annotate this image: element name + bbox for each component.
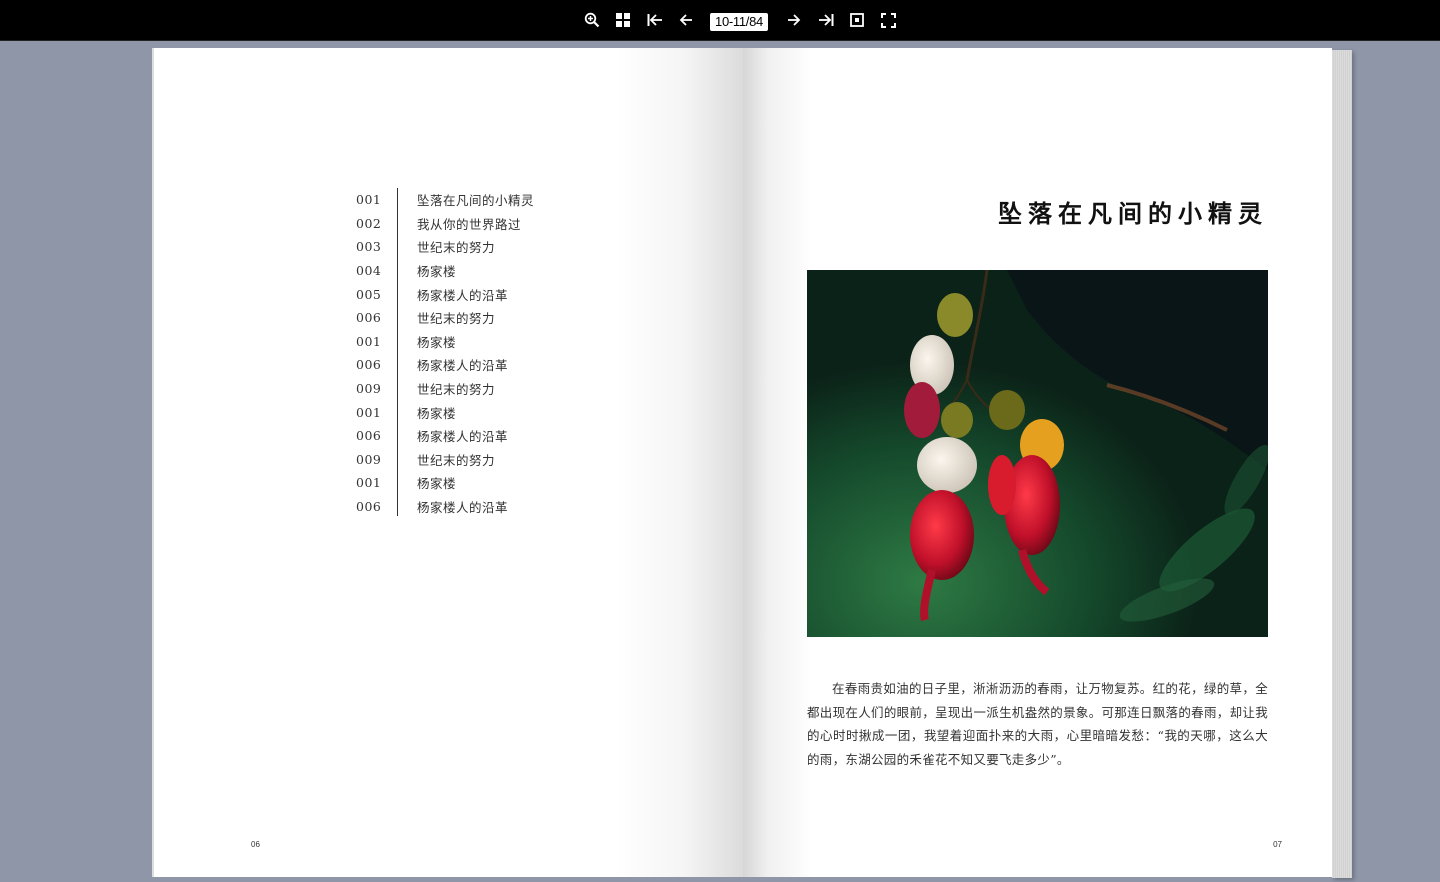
toc-number: 002: [356, 215, 382, 231]
toc-number: 006: [356, 310, 382, 326]
left-page[interactable]: 001 坠落在凡间的小精灵 002 我从你的世界路过 003 世纪末的努力 004 杨家楼 00…: [152, 48, 743, 877]
flower-photo: [807, 270, 1268, 637]
single-page-icon[interactable]: [846, 9, 868, 31]
toc-row[interactable]: 005 杨家楼人的沿革: [356, 282, 534, 306]
toc-number: 004: [356, 263, 382, 279]
toc-row[interactable]: 009 世纪末的努力: [356, 377, 534, 401]
toc-row[interactable]: 001 杨家楼: [356, 400, 534, 424]
toc-title: 世纪末的努力: [417, 382, 496, 398]
toc-row[interactable]: 006 杨家楼人的沿革: [356, 353, 534, 377]
toc-title: 杨家楼人的沿革: [417, 500, 509, 516]
toc-title: 世纪末的努力: [417, 311, 496, 327]
toc-title: 杨家楼: [417, 264, 457, 280]
right-page-number: 07: [1273, 840, 1282, 849]
toc-row[interactable]: 004 杨家楼: [356, 259, 534, 283]
book-spread: 001 坠落在凡间的小精灵 002 我从你的世界路过 003 世纪末的努力 004 杨家楼 00…: [152, 48, 1352, 880]
zoom-in-icon[interactable]: [581, 9, 603, 31]
chapter-body-text: 在春雨贵如油的日子里，淅淅沥沥的春雨，让万物复苏。红的花，绿的草，全都出现在人们…: [807, 681, 1268, 767]
toc-number: 001: [356, 475, 382, 491]
viewer-toolbar: 10-11/84: [0, 0, 1440, 41]
toc-number: 009: [356, 451, 382, 467]
toc-row[interactable]: 002 我从你的世界路过: [356, 212, 534, 236]
toc-number: 006: [356, 428, 382, 444]
page-stack-edge: [1332, 50, 1352, 878]
toc-title: 杨家楼: [417, 405, 457, 421]
toc-number: 003: [356, 239, 382, 255]
chapter-title: 坠落在凡间的小精灵: [998, 199, 1268, 228]
toc-number: 001: [356, 333, 382, 349]
page-indicator[interactable]: 10-11/84: [710, 13, 768, 31]
fullscreen-icon[interactable]: [877, 9, 899, 31]
toc-number: 006: [356, 499, 382, 515]
left-page-number: 06: [251, 840, 260, 849]
last-page-icon[interactable]: [815, 9, 837, 31]
table-of-contents: 001 坠落在凡间的小精灵 002 我从你的世界路过 003 世纪末的努力 004 杨家楼 00…: [356, 188, 534, 518]
first-page-icon[interactable]: [644, 9, 666, 31]
toc-title: 坠落在凡间的小精灵: [417, 193, 535, 209]
toc-title: 世纪末的努力: [417, 452, 496, 468]
toc-number: 005: [356, 286, 382, 302]
toc-row[interactable]: 006 杨家楼人的沿革: [356, 495, 534, 519]
toc-title: 杨家楼人的沿革: [417, 358, 509, 374]
toc-row[interactable]: 001 杨家楼: [356, 471, 534, 495]
toc-title: 杨家楼: [417, 476, 457, 492]
toc-title: 杨家楼人的沿革: [417, 429, 509, 445]
toc-number: 001: [356, 404, 382, 420]
toc-number: 006: [356, 357, 382, 373]
toc-title: 杨家楼: [417, 334, 457, 350]
thumbnails-icon[interactable]: [612, 9, 634, 31]
toc-title: 我从你的世界路过: [417, 216, 522, 232]
previous-page-icon[interactable]: [675, 9, 697, 31]
toc-row[interactable]: 003 世纪末的努力: [356, 235, 534, 259]
toc-row[interactable]: 006 杨家楼人的沿革: [356, 424, 534, 448]
toc-row[interactable]: 001 坠落在凡间的小精灵: [356, 188, 534, 212]
toc-row[interactable]: 009 世纪末的努力: [356, 448, 534, 472]
toc-row[interactable]: 001 杨家楼: [356, 330, 534, 354]
toc-row[interactable]: 006 世纪末的努力: [356, 306, 534, 330]
toc-title: 杨家楼人的沿革: [417, 287, 509, 303]
toc-number: 001: [356, 192, 382, 208]
toc-title: 世纪末的努力: [417, 240, 496, 256]
right-page[interactable]: 坠落在凡间的小精灵 在春雨贵如油的日子里，淅淅沥沥的春雨，让万物复苏。红的花，绿…: [743, 48, 1332, 877]
next-page-icon[interactable]: [783, 9, 805, 31]
toc-number: 009: [356, 381, 382, 397]
